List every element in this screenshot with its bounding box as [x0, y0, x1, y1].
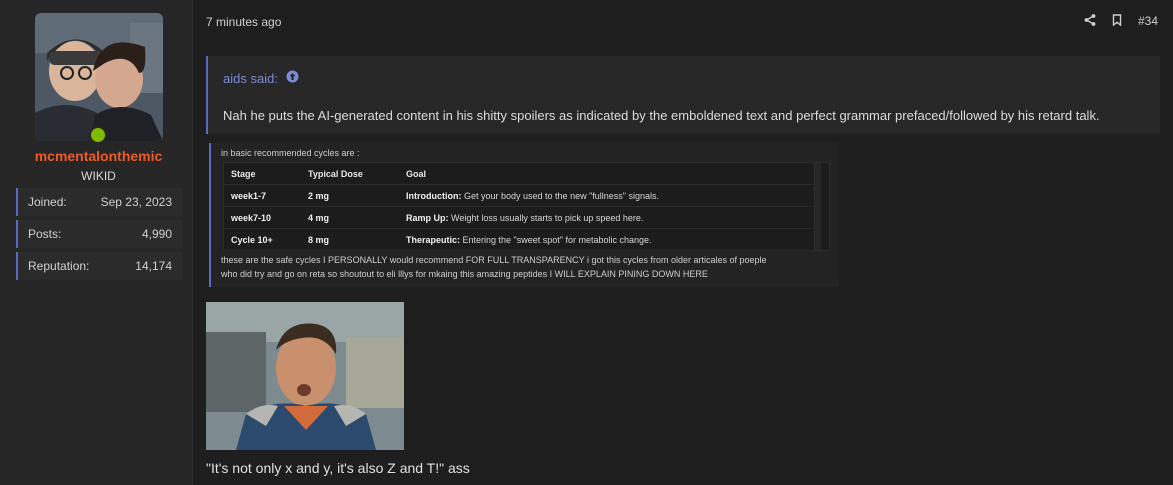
- table-cell: Ramp Up: Weight loss usually starts to p…: [399, 206, 812, 229]
- dose-cell: 2 mg: [308, 190, 330, 201]
- table-cell: Therapeutic: Entering the "sweet spot" f…: [399, 228, 812, 251]
- table-row: week1-7 2 mg Introduction: Get your body…: [224, 184, 812, 207]
- avatar[interactable]: [35, 13, 163, 141]
- quote-block: aids said: Nah he puts the AI-generated …: [206, 56, 1160, 134]
- share-icon[interactable]: [1084, 13, 1096, 29]
- bookmark-icon[interactable]: [1112, 13, 1122, 29]
- user-sidebar: mcmentalonthemic WIKID Joined: Sep 23, 2…: [0, 0, 193, 485]
- post-caption-text: "It's not only x and y, it's also Z and …: [206, 460, 470, 476]
- table-header-row: Stage Typical Dose Goal: [224, 163, 812, 185]
- stat-label: Joined:: [28, 195, 67, 209]
- column-header: Typical Dose: [301, 163, 399, 185]
- table-cell: 4 mg: [301, 206, 399, 229]
- quote-header[interactable]: aids said:: [223, 70, 299, 86]
- reaction-gif-image: [206, 302, 404, 450]
- reaction-gif[interactable]: [206, 302, 404, 450]
- quote-author[interactable]: aids said:: [223, 71, 278, 86]
- post-timestamp[interactable]: 7 minutes ago: [206, 15, 281, 29]
- embedded-spoiler-content: in basic recommended cycles are : Stage …: [209, 143, 839, 287]
- cycles-table: Stage Typical Dose Goal week1-7 2 mg Int…: [224, 163, 812, 251]
- table-scrollbar[interactable]: [814, 163, 821, 250]
- username-link[interactable]: mcmentalonthemic: [0, 148, 197, 164]
- dose-cell: 8 mg: [308, 234, 330, 245]
- stat-posts[interactable]: Posts: 4,990: [16, 220, 182, 248]
- table-cell: 8 mg: [301, 228, 399, 251]
- column-header: Stage: [224, 163, 301, 185]
- table-cell: Introduction: Get your body used to the …: [399, 184, 812, 207]
- goal-text: Entering the "sweet spot" for metabolic …: [460, 234, 652, 245]
- stat-joined: Joined: Sep 23, 2023: [16, 188, 182, 216]
- embed-intro-text: in basic recommended cycles are :: [221, 148, 360, 158]
- stage-cell: Cycle 10+: [231, 234, 273, 245]
- stat-value[interactable]: 4,990: [142, 227, 172, 241]
- column-header: Goal: [399, 163, 812, 185]
- table-cell: week7-10: [224, 206, 301, 229]
- goal-heading: Ramp Up:: [406, 212, 449, 223]
- table-cell: 2 mg: [301, 184, 399, 207]
- dose-cell: 4 mg: [308, 212, 330, 223]
- stage-cell: week7-10: [231, 212, 272, 223]
- table-cell: week1-7: [224, 184, 301, 207]
- stage-cell: week1-7: [231, 190, 267, 201]
- quote-text: Nah he puts the AI-generated content in …: [223, 108, 1100, 123]
- stat-label: Reputation:: [28, 259, 90, 273]
- goal-text: Weight loss usually starts to pick up sp…: [448, 212, 644, 223]
- stat-value: Sep 23, 2023: [100, 195, 172, 209]
- table-cell: Cycle 10+: [224, 228, 301, 251]
- post-number-link[interactable]: #34: [1138, 14, 1158, 28]
- post-content: 7 minutes ago #34 aids said: Nah he puts…: [193, 0, 1173, 485]
- goal-heading: Therapeutic:: [406, 234, 461, 245]
- user-title: WIKID: [81, 169, 116, 183]
- cycles-table-wrapper[interactable]: Stage Typical Dose Goal week1-7 2 mg Int…: [223, 162, 830, 251]
- table-row: week7-10 4 mg Ramp Up: Weight loss usual…: [224, 206, 812, 229]
- stat-label: Posts:: [28, 227, 62, 241]
- outro-line: these are the safe cycles I PERSONALLY w…: [221, 255, 767, 265]
- post-actions: #34: [1084, 11, 1158, 31]
- goal-text: Get your body used to the new "fullness"…: [461, 190, 659, 201]
- embed-outro-text: these are the safe cycles I PERSONALLY w…: [221, 253, 831, 281]
- online-status-indicator: [89, 126, 107, 144]
- arrow-up-circle-icon[interactable]: [286, 70, 299, 86]
- stat-reputation: Reputation: 14,174: [16, 252, 182, 280]
- goal-heading: Introduction:: [406, 190, 462, 201]
- table-row: Cycle 10+ 8 mg Therapeutic: Entering the…: [224, 228, 812, 251]
- outro-line: who did try and go on reta so shoutout t…: [221, 269, 708, 279]
- stat-value: 14,174: [135, 259, 172, 273]
- avatar-photo: [35, 13, 163, 141]
